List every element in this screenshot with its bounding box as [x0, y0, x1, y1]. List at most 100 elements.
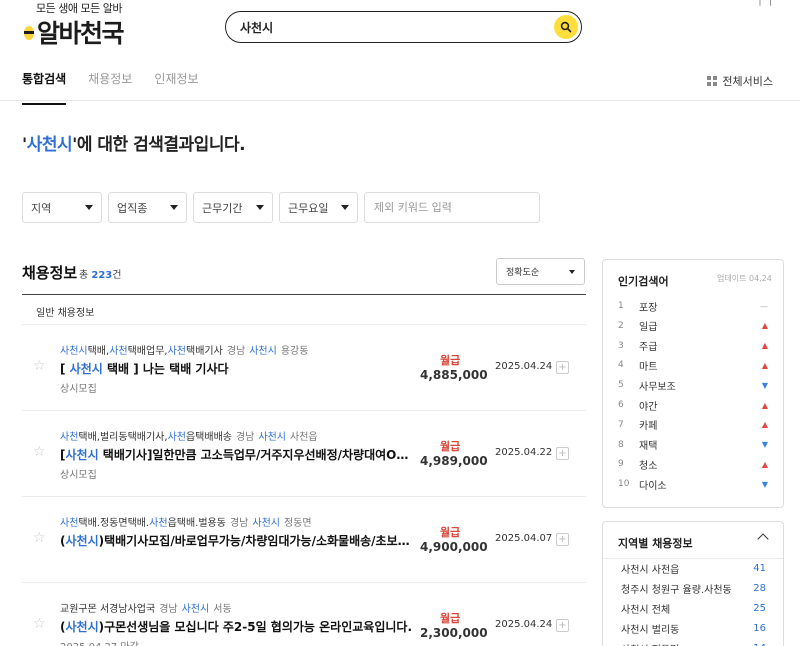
- popular-keyword-item[interactable]: 7 카페 ▲: [618, 415, 768, 435]
- caret-down-icon: [569, 269, 575, 274]
- keyword-label: 마트: [639, 361, 658, 373]
- job-company[interactable]: 교원구몬 서경남사업국 경남 사천시 서동: [60, 600, 232, 615]
- popular-keyword-item[interactable]: 1 포장 —: [618, 296, 768, 316]
- star-icon[interactable]: ☆: [33, 358, 46, 374]
- job-company[interactable]: 사천시택배,사천택배업무,사천택배기사 경남 사천시 용강동: [60, 342, 308, 357]
- grid-icon: [707, 76, 718, 86]
- headline-segment: [: [60, 362, 70, 376]
- popular-keyword-item[interactable]: 4 마트 ▲: [618, 355, 768, 375]
- company-segment: 사천: [167, 346, 186, 357]
- keyword-rank: 1: [618, 301, 624, 311]
- popular-keyword-item[interactable]: 6 야간 ▲: [618, 395, 768, 415]
- job-row[interactable]: ☆ 사천택배,벌리동택배기사,사천읍택배배송 경남 사천시 사천읍 [사천시 택배기사]일…: [22, 410, 586, 496]
- region-filter[interactable]: 지역: [22, 192, 102, 223]
- job-headline[interactable]: (사천시)구몬선생님을 모십니다 주2-5일 협의가능 온라인교육입니다.: [60, 618, 412, 635]
- caret-down-icon: [256, 205, 264, 210]
- job-region-city: 사천시: [252, 518, 280, 529]
- search-bar: [225, 11, 582, 43]
- plus-icon[interactable]: +: [556, 619, 569, 632]
- job-company[interactable]: 사천택배,벌리동택배기사,사천읍택배배송 경남 사천시 사천읍: [60, 428, 318, 443]
- period-filter[interactable]: 근무기간: [193, 192, 273, 223]
- job-row[interactable]: ☆ 사천택배.정동면택배.사천읍택배.벌용동 경남 사천시 정동면 (사천시)택배기사모집…: [22, 496, 586, 582]
- jobs-count: 총 223건: [79, 266, 121, 281]
- region-count: 28: [753, 582, 766, 594]
- popular-keyword-item[interactable]: 3 주급 ▲: [618, 336, 768, 356]
- sort-label: 정확도순: [506, 268, 540, 278]
- popular-keyword-item[interactable]: 10 다이소 ▼: [618, 474, 768, 494]
- sort-select[interactable]: 정확도순: [496, 258, 585, 285]
- job-region-prefix: 경남: [159, 604, 178, 615]
- company-segment: 택배,: [87, 346, 110, 357]
- plus-icon[interactable]: +: [556, 533, 569, 546]
- regional-item[interactable]: 사천시 벌리동 16: [621, 618, 766, 638]
- company-segment: 택배업무,: [127, 346, 168, 357]
- period-filter-label: 근무기간: [202, 201, 243, 215]
- regional-item[interactable]: 사천시 사천읍 41: [621, 558, 766, 578]
- search-button[interactable]: [554, 15, 578, 39]
- job-date: 2025.04.07: [495, 533, 553, 544]
- logo-text: 알바천국: [37, 19, 125, 48]
- plus-icon[interactable]: +: [556, 361, 569, 374]
- bee-logo-icon: [22, 22, 35, 42]
- job-region-town: 용강동: [280, 346, 309, 357]
- region-count: 14: [753, 643, 766, 646]
- popular-keyword-item[interactable]: 8 재택 ▼: [618, 435, 768, 455]
- plus-icon[interactable]: +: [556, 447, 569, 460]
- star-icon[interactable]: ☆: [33, 616, 46, 632]
- count-value: 223: [91, 270, 113, 281]
- keyword-rank: 10: [618, 479, 630, 490]
- job-row[interactable]: ☆ 교원구몬 서경남사업국 경남 사천시 서동 (사천시)구몬선생님을 모십니다 주2-5…: [22, 582, 586, 646]
- exclude-keyword-input[interactable]: [364, 192, 540, 223]
- regional-item[interactable]: 사천시 전체 25: [621, 598, 766, 618]
- job-pay: 4,900,000: [420, 540, 488, 554]
- job-headline[interactable]: [사천시 택배기사]일한만큼 고소득업무/거주지우선배정/차량대여O/초보가능: [60, 446, 412, 463]
- all-services-button[interactable]: 전체서비스: [707, 73, 773, 89]
- company-segment: 택배기사: [186, 346, 223, 357]
- regional-item[interactable]: 사천시 정동면 14: [621, 638, 766, 646]
- company-segment: 읍택배.벌용동: [167, 518, 226, 529]
- keyword-label: 카페: [639, 421, 658, 433]
- list-label: 일반 채용정보: [36, 308, 95, 319]
- job-pay: 4,989,000: [420, 454, 488, 468]
- keyword-label: 다이소: [639, 480, 667, 492]
- trend-up-icon: ▲: [761, 459, 768, 469]
- job-headline[interactable]: (사천시)택배기사모집/바로업무가능/차량임대가능/소화물배송/초보가능: [60, 532, 412, 549]
- headline-segment: 택배기사]일한만큼 고소득업무/거주지우선배정/차량대여O/초보가능: [98, 448, 412, 462]
- job-company[interactable]: 사천택배.정동면택배.사천읍택배.벌용동 경남 사천시 정동면: [60, 514, 312, 529]
- job-region-town: 정동면: [283, 518, 312, 529]
- popular-keyword-item[interactable]: 5 사무보조 ▼: [618, 375, 768, 395]
- top-utility-links[interactable]: ·| ·|·: [755, 0, 776, 6]
- trend-up-icon: ▲: [761, 360, 768, 370]
- days-filter[interactable]: 근무요일: [279, 192, 358, 223]
- job-date: 2025.04.24: [495, 619, 553, 630]
- search-input[interactable]: [240, 20, 540, 34]
- keyword-label: 주급: [639, 342, 658, 354]
- keyword-rank: 3: [618, 340, 624, 351]
- regional-item[interactable]: 청주시 청원구 율량.사천동 28: [621, 578, 766, 598]
- keyword-rank: 6: [618, 400, 624, 410]
- star-icon[interactable]: ☆: [33, 530, 46, 546]
- trend-down-icon: ▼: [761, 479, 768, 489]
- star-icon[interactable]: ☆: [33, 444, 46, 460]
- company-segment: 사천: [149, 518, 168, 529]
- job-headline[interactable]: [ 사천시 택배 ] 나는 택배 기사다: [60, 360, 412, 377]
- logo[interactable]: 알바천국: [22, 14, 125, 50]
- job-region-city: 사천시: [249, 346, 277, 357]
- job-pay-type: 월급: [440, 612, 461, 625]
- keyword-rank: 2: [618, 320, 624, 331]
- keyword-label: 야간: [639, 401, 658, 413]
- company-segment: 교원구몬 서경남사업국: [60, 604, 156, 615]
- caret-down-icon: [170, 205, 178, 210]
- headline-segment: )택배기사모집/바로업무가능/차량임대가능/소화물배송/초보가능: [98, 534, 412, 548]
- headline-segment: 사천시: [65, 534, 99, 548]
- count-prefix: 총: [79, 270, 89, 281]
- keyword-rank: 7: [618, 419, 624, 430]
- job-type-filter[interactable]: 업직종: [108, 192, 187, 223]
- job-date: 2025.04.22: [495, 447, 553, 458]
- keyword-label: 포장: [639, 302, 658, 314]
- popular-keyword-item[interactable]: 2 일급 ▲: [618, 316, 768, 336]
- region-filter-label: 지역: [31, 201, 52, 215]
- popular-keyword-item[interactable]: 9 청소 ▲: [618, 454, 768, 474]
- keyword-rank: 8: [618, 439, 624, 450]
- job-row[interactable]: ☆ 사천시택배,사천택배업무,사천택배기사 경남 사천시 용강동[ 사천시 택배 ] 나…: [22, 324, 586, 410]
